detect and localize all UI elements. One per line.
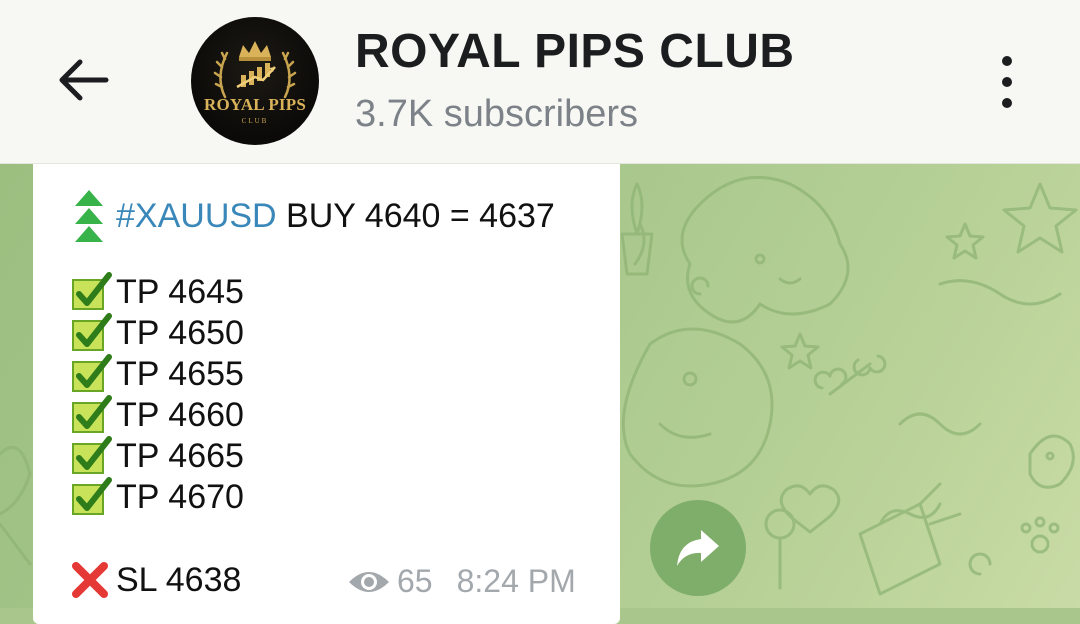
message-time: 8:24 PM xyxy=(456,563,576,599)
take-profit-label: TP 4655 xyxy=(116,354,244,393)
eye-icon xyxy=(349,571,389,592)
take-profit-label: TP 4670 xyxy=(116,477,244,516)
check-box-icon xyxy=(72,272,112,310)
channel-avatar[interactable]: ROYAL PIPS CLUB xyxy=(191,17,319,145)
check-box-icon xyxy=(72,436,112,474)
check-box-icon xyxy=(72,477,112,515)
subscriber-count: 3.7K subscribers xyxy=(355,93,639,135)
view-count: 65 xyxy=(397,563,433,599)
take-profit-item: TP 4665 xyxy=(70,436,244,476)
signal-line: #XAUUSD BUY 4640 = 4637 xyxy=(70,188,555,244)
take-profit-item: TP 4650 xyxy=(70,313,244,353)
menu-dot xyxy=(1002,56,1012,66)
check-box-icon xyxy=(72,395,112,433)
up-triangles-icon xyxy=(75,190,103,242)
crown-logo-icon xyxy=(213,41,297,99)
forward-button[interactable] xyxy=(650,500,746,596)
take-profit-item: TP 4655 xyxy=(70,354,244,394)
back-button[interactable] xyxy=(50,48,114,112)
take-profit-item: TP 4660 xyxy=(70,395,244,435)
signal-text: BUY 4640 = 4637 xyxy=(276,196,555,235)
take-profit-label: TP 4660 xyxy=(116,395,244,434)
stop-loss-line: SL 4638 xyxy=(70,560,241,600)
check-box-icon xyxy=(72,313,112,351)
take-profit-item: TP 4645 xyxy=(70,272,244,312)
arrow-left-icon xyxy=(59,59,109,101)
take-profit-label: TP 4645 xyxy=(116,272,244,311)
chat-header: ROYAL PIPS CLUB ROYAL PIPS CLUB 3.7K sub… xyxy=(0,0,1080,164)
menu-dot xyxy=(1002,77,1012,87)
message-meta: 65 8:24 PM xyxy=(347,563,576,600)
logo-subtext: CLUB xyxy=(241,117,269,125)
stop-loss-label: SL 4638 xyxy=(116,560,242,599)
share-arrow-icon xyxy=(677,530,719,566)
cross-mark-icon xyxy=(72,562,108,598)
menu-dot xyxy=(1002,98,1012,108)
check-box-icon xyxy=(72,354,112,392)
take-profit-label: TP 4650 xyxy=(116,313,244,352)
take-profit-item: TP 4670 xyxy=(70,477,244,517)
take-profit-label: TP 4665 xyxy=(116,436,244,475)
more-options-button[interactable] xyxy=(985,50,1029,114)
hashtag-link[interactable]: #XAUUSD xyxy=(116,197,277,236)
logo-text: ROYAL PIPS xyxy=(204,95,306,114)
channel-title[interactable]: ROYAL PIPS CLUB xyxy=(355,24,795,79)
